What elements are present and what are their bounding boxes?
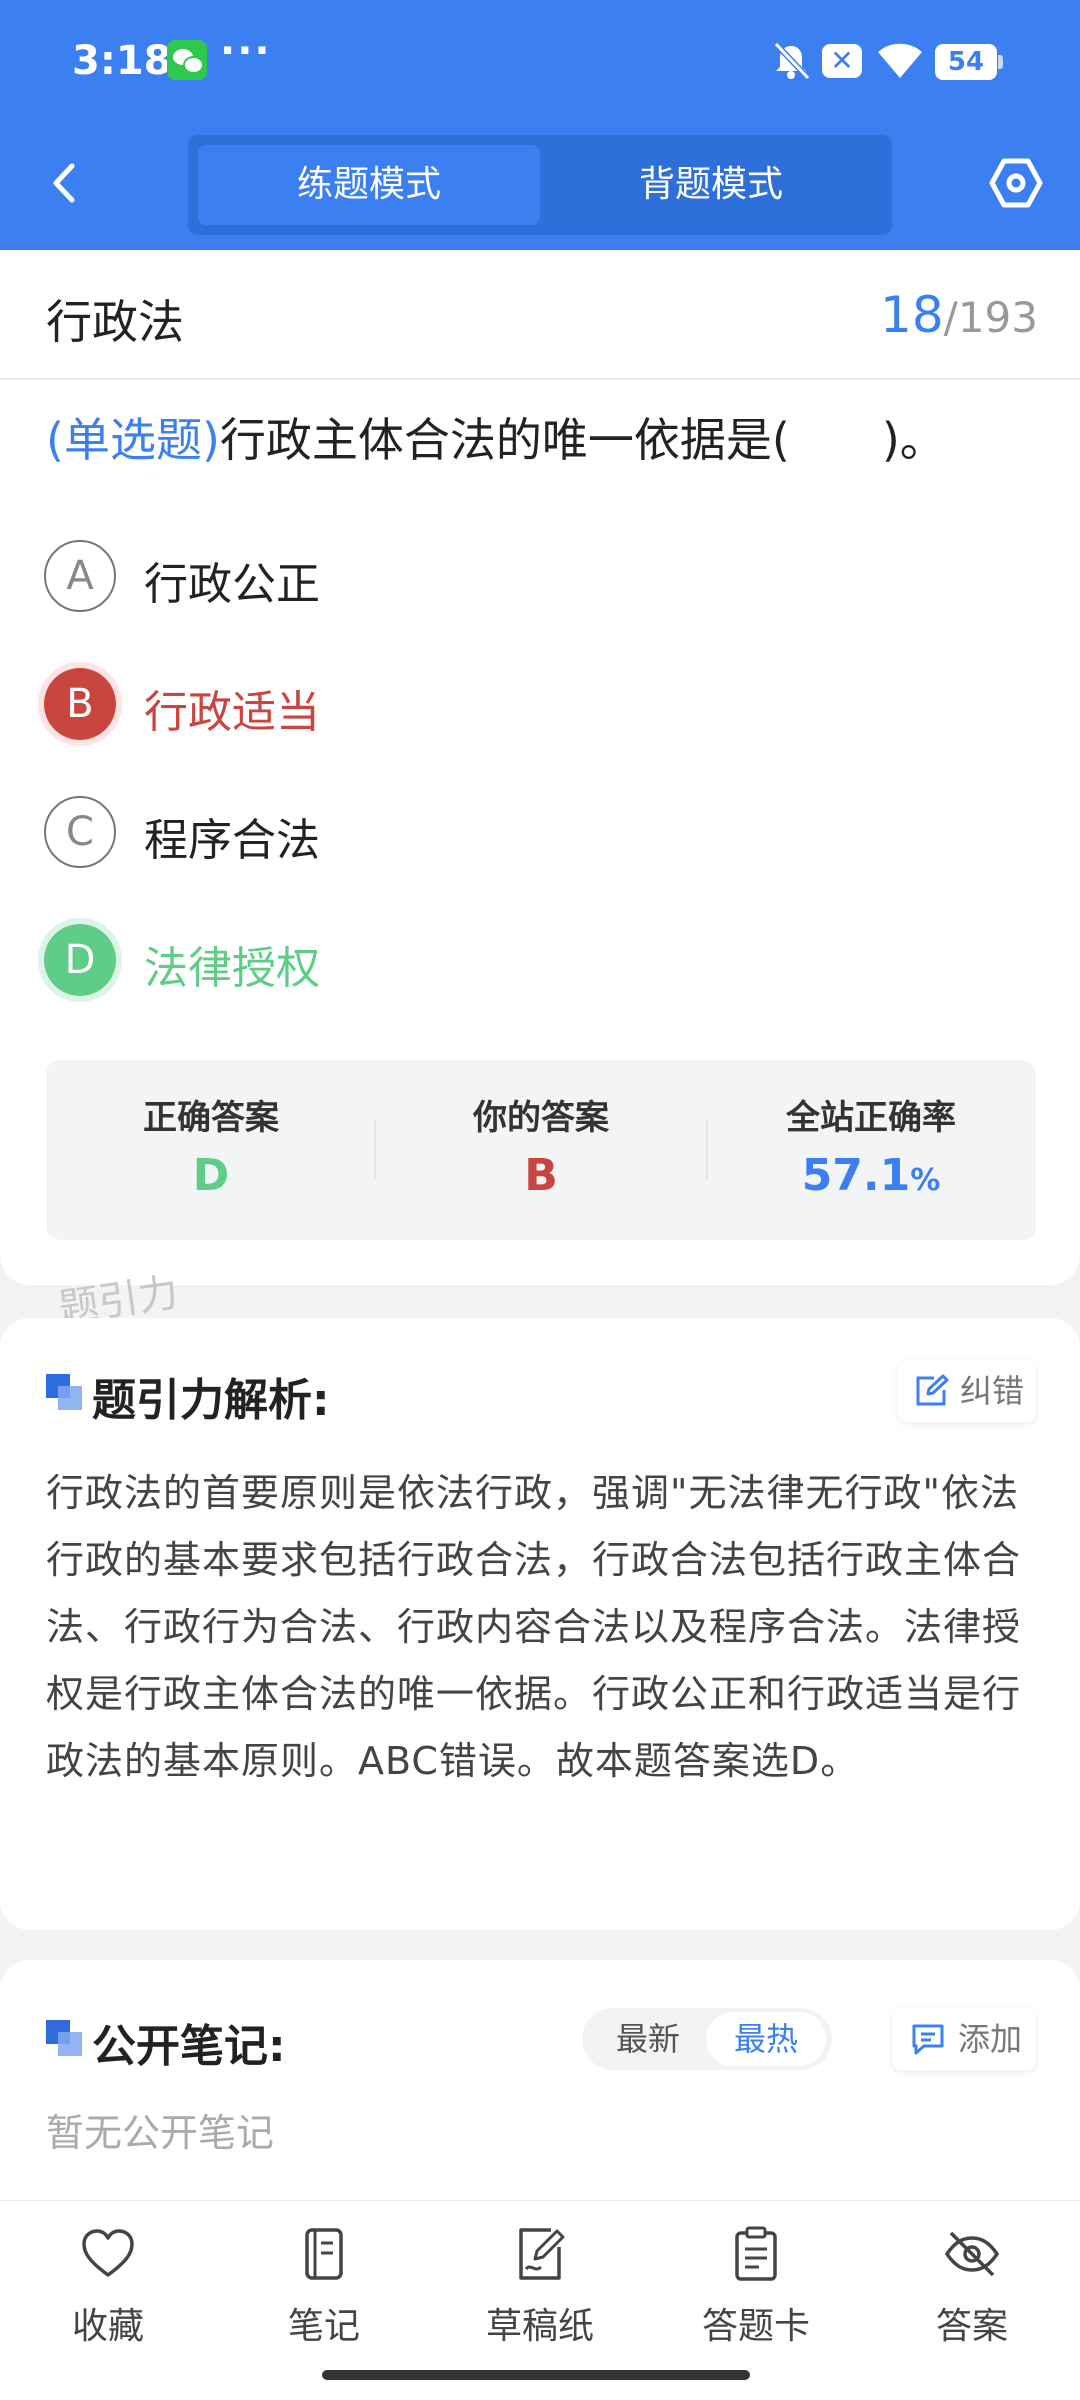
subject-title: 行政法 (46, 295, 184, 349)
notes-button[interactable]: 笔记 (234, 2225, 414, 2355)
answer-sheet-label: 答题卡 (701, 2306, 810, 2347)
draft-paper-label: 草稿纸 (485, 2306, 594, 2347)
accuracy-number: 57.1 (801, 1150, 911, 1201)
option-letter: D (44, 924, 116, 996)
correct-answer-value: D (192, 1150, 230, 1201)
battery-icon: 54 (935, 44, 1003, 80)
mode-switch: 练题模式 背题模式 (188, 135, 892, 235)
notes-card: 公开笔记: 最新 最热 添加 暂无公开笔记 (0, 1960, 1080, 2200)
counter-separator: / (943, 293, 958, 342)
question-card: 行政法 18/193 (单选题)行政主体合法的唯一依据是( )。 A 行政公正 … (0, 250, 1080, 1285)
favorite-label: 收藏 (71, 2306, 144, 2347)
heart-icon (82, 2229, 134, 2277)
add-note-label: 添加 (958, 2020, 1023, 2058)
status-bar: 3:18 ··· ✕ 54 (0, 0, 1080, 125)
add-note-button[interactable]: 添加 (892, 2008, 1036, 2070)
favorite-button[interactable]: 收藏 (18, 2225, 198, 2355)
your-answer-label: 你的答案 (473, 1098, 609, 1138)
question-counter[interactable]: 18/193 (880, 286, 1038, 344)
option-text: 程序合法 (144, 815, 320, 866)
analysis-text: 行政法的首要原则是依法行政，强调"无法律无行政"依法行政的基本要求包括行政合法，… (46, 1471, 1022, 1783)
accuracy-column: 全站正确率 57.1% (706, 1060, 1036, 1240)
notes-label: 笔记 (287, 2306, 360, 2347)
analysis-card: 题引力解析: 纠错 行政法的首要原则是依法行政，强调"无法律无行政"依法行政的基… (0, 1318, 1080, 1930)
option-letter: B (44, 668, 116, 740)
option-text: 行政适当 (144, 687, 320, 738)
section-square-icon (46, 1374, 82, 1410)
accuracy-value: 57.1% (706, 1150, 1036, 1201)
accuracy-label: 全站正确率 (786, 1098, 956, 1138)
notebook-icon (305, 2228, 343, 2280)
comment-add-icon (912, 2024, 944, 2055)
back-button[interactable] (40, 158, 90, 208)
option-c[interactable]: C 程序合法 (44, 796, 944, 870)
correct-answer-label: 正确答案 (143, 1098, 279, 1138)
home-indicator[interactable] (322, 2370, 750, 2380)
option-text: 行政公正 (144, 559, 320, 610)
eye-off-icon (944, 2231, 1000, 2277)
tab-practice-mode[interactable]: 练题模式 (198, 145, 540, 225)
option-letter: C (44, 796, 116, 868)
question-text: (单选题)行政主体合法的唯一依据是( )。 (46, 408, 1036, 472)
draft-paper-button[interactable]: 草稿纸 (450, 2225, 630, 2355)
bell-off-icon (773, 41, 811, 81)
analysis-title: 题引力解析: (92, 1375, 330, 1426)
tab-memorize-mode[interactable]: 背题模式 (540, 145, 882, 225)
edit-icon (916, 1374, 949, 1406)
wifi-icon (878, 43, 922, 78)
subject-row: 行政法 18/193 (0, 250, 1080, 380)
correct-answer-column: 正确答案 D (46, 1060, 376, 1240)
notes-sort-tabs: 最新 最热 (582, 2008, 832, 2070)
total-questions: 193 (957, 293, 1038, 342)
wechat-icon (167, 40, 207, 80)
option-text: 法律授权 (144, 943, 320, 994)
your-answer-column: 你的答案 B (376, 1060, 706, 1240)
sort-hottest-tab[interactable]: 最热 (706, 2012, 826, 2066)
answer-sheet-icon (735, 2226, 777, 2281)
draft-icon (519, 2228, 565, 2280)
settings-icon[interactable] (988, 155, 1044, 211)
current-question-number: 18 (880, 286, 944, 344)
show-answer-button[interactable]: 答案 (882, 2225, 1062, 2355)
question-stem: 行政主体合法的唯一依据是( )。 (219, 413, 946, 467)
sort-latest-tab[interactable]: 最新 (588, 2012, 708, 2066)
answer-summary: 正确答案 D 你的答案 B 全站正确率 57.1% (46, 1060, 1036, 1240)
section-square-icon (46, 2020, 82, 2056)
header: 3:18 ··· ✕ 54 练题模式 背题模式 (0, 0, 1080, 250)
option-d[interactable]: D 法律授权 (44, 924, 944, 998)
report-error-button[interactable]: 纠错 (898, 1360, 1036, 1422)
question-type: (单选题) (46, 413, 220, 467)
option-a[interactable]: A 行政公正 (44, 540, 944, 614)
close-app-badge-icon: ✕ (822, 44, 862, 78)
show-answer-label: 答案 (935, 2306, 1008, 2347)
option-b[interactable]: B 行政适当 (44, 668, 944, 742)
accuracy-unit: % (910, 1163, 941, 1198)
your-answer-value: B (524, 1150, 558, 1201)
notes-title: 公开笔记: (92, 2021, 286, 2072)
answer-sheet-button[interactable]: 答题卡 (666, 2225, 846, 2355)
no-notes-text: 暂无公开笔记 (46, 2111, 275, 2155)
option-letter: A (44, 540, 116, 612)
more-notifications-icon: ··· (220, 28, 272, 74)
status-time: 3:18 (72, 38, 172, 84)
report-error-label: 纠错 (960, 1372, 1025, 1410)
